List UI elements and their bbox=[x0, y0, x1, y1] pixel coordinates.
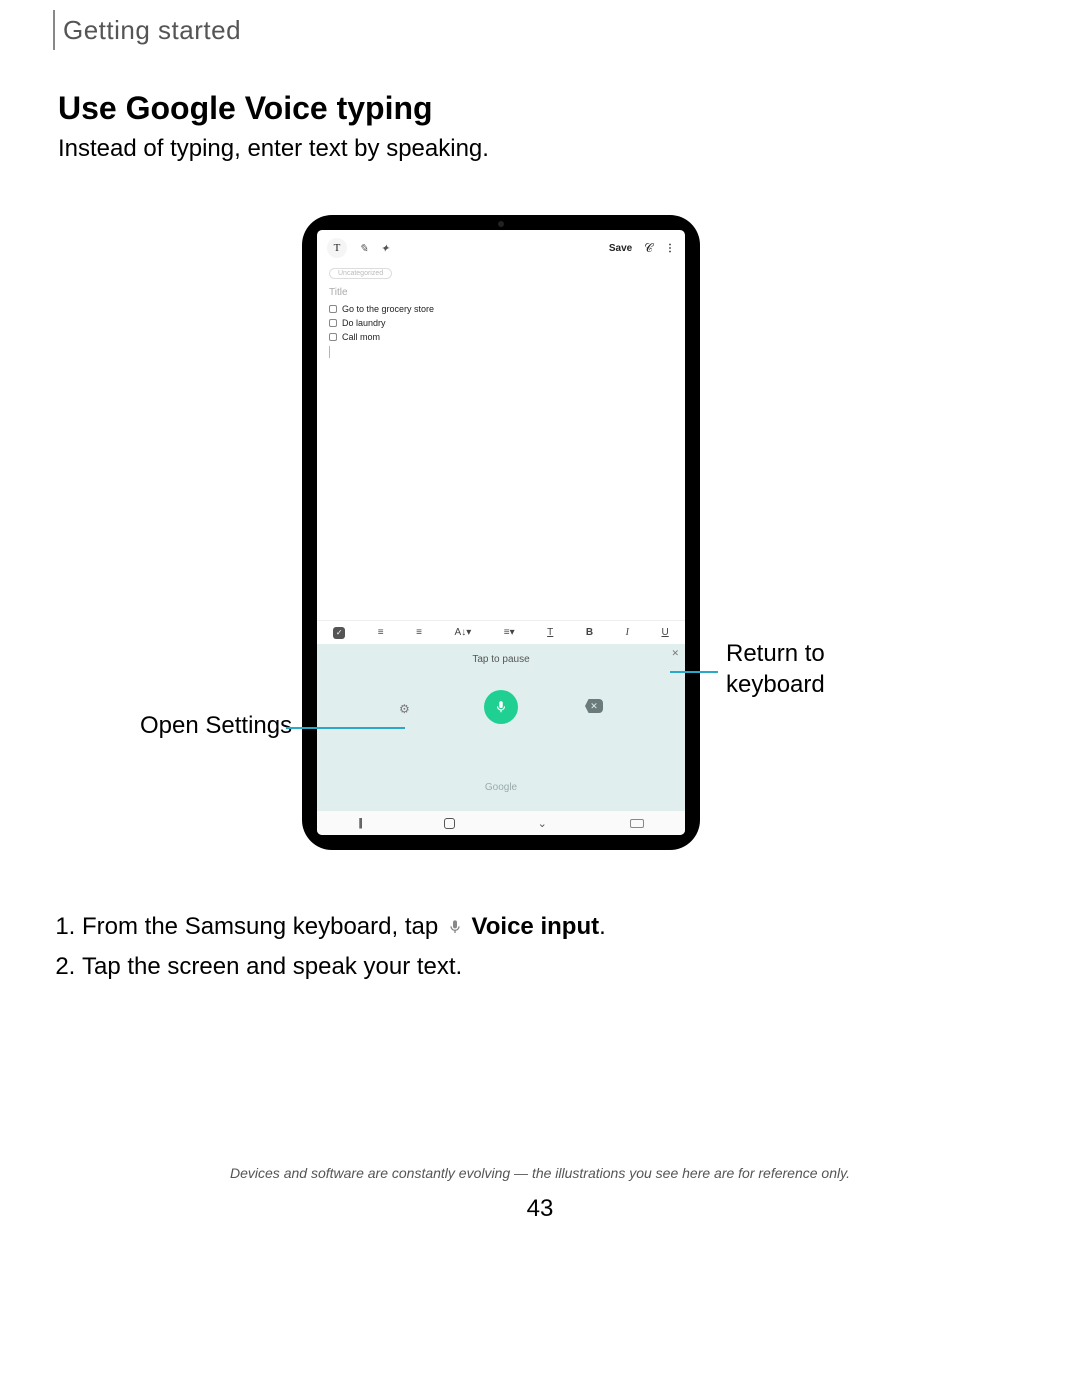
text-cursor bbox=[329, 346, 330, 358]
pen-mode-icon[interactable]: ✎ bbox=[359, 242, 368, 255]
voice-hint[interactable]: Tap to pause bbox=[317, 654, 685, 665]
step-item: Tap the screen and speak your text. bbox=[82, 948, 606, 986]
header-rule bbox=[53, 10, 55, 50]
align-icon[interactable]: ≡▾ bbox=[504, 627, 515, 638]
callout-open-settings: Open Settings bbox=[140, 710, 292, 741]
checklist-label: Go to the grocery store bbox=[342, 304, 434, 314]
section-header: Getting started bbox=[63, 15, 241, 46]
bullets-icon[interactable]: ≡ bbox=[378, 627, 384, 638]
checkbox-icon[interactable] bbox=[329, 319, 337, 327]
checklist-label: Call mom bbox=[342, 332, 380, 342]
checkbox-icon[interactable] bbox=[329, 333, 337, 341]
more-icon[interactable]: ⋮ bbox=[665, 243, 675, 254]
tablet-screen: T ✎ ✦ Save 𝒞 ⋮ Uncategorized Title Go to… bbox=[317, 230, 685, 835]
numbers-icon[interactable]: ≡ bbox=[416, 627, 422, 638]
text-color-icon[interactable]: T bbox=[547, 627, 553, 638]
intro-text: Instead of typing, enter text by speakin… bbox=[58, 135, 489, 163]
back-button[interactable]: ⌄ bbox=[538, 817, 547, 830]
category-tag[interactable]: Uncategorized bbox=[329, 268, 392, 279]
recents-button[interactable]: ||| bbox=[358, 817, 361, 829]
callout-return-keyboard: Return to keyboard bbox=[726, 638, 825, 700]
save-button[interactable]: Save bbox=[609, 243, 632, 254]
step-text: . bbox=[599, 913, 606, 940]
home-button[interactable] bbox=[444, 818, 455, 829]
italic-icon[interactable]: I bbox=[626, 627, 629, 638]
page-title: Use Google Voice typing bbox=[58, 90, 433, 127]
settings-icon[interactable]: ⚙ bbox=[399, 702, 410, 716]
mic-icon bbox=[445, 916, 465, 938]
backspace-icon[interactable]: ✕ bbox=[585, 699, 603, 713]
footnote: Devices and software are constantly evol… bbox=[0, 1165, 1080, 1181]
callout-line: Return to bbox=[726, 640, 825, 667]
checklist-toggle-icon[interactable]: ✓ bbox=[333, 627, 345, 639]
text-mode-icon[interactable]: T bbox=[327, 238, 347, 258]
checklist-item[interactable]: Do laundry bbox=[329, 316, 673, 330]
step-text: From the Samsung keyboard, tap bbox=[82, 913, 445, 940]
leader-line bbox=[286, 727, 405, 729]
keyboard-toggle-icon[interactable] bbox=[630, 819, 644, 828]
mic-icon bbox=[494, 700, 508, 714]
bold-icon[interactable]: B bbox=[586, 627, 593, 638]
note-title-field[interactable]: Title bbox=[329, 287, 673, 298]
page-number: 43 bbox=[0, 1195, 1080, 1223]
checklist-item[interactable]: Go to the grocery store bbox=[329, 302, 673, 316]
attach-icon[interactable]: 𝒞 bbox=[644, 241, 653, 256]
google-brand: Google bbox=[317, 782, 685, 793]
leader-line bbox=[670, 671, 718, 673]
mic-button[interactable] bbox=[484, 690, 518, 724]
checkbox-icon[interactable] bbox=[329, 305, 337, 313]
format-toolbar: ✓ ≡ ≡ A↓▾ ≡▾ T B I U bbox=[317, 620, 685, 644]
instruction-steps: From the Samsung keyboard, tap Voice inp… bbox=[82, 908, 606, 989]
underline-icon[interactable]: U bbox=[661, 627, 668, 638]
font-options-icon[interactable]: A↓▾ bbox=[455, 627, 472, 638]
checklist: Go to the grocery store Do laundry Call … bbox=[329, 302, 673, 344]
checklist-label: Do laundry bbox=[342, 318, 386, 328]
step-item: From the Samsung keyboard, tap Voice inp… bbox=[82, 908, 606, 946]
tablet-frame: T ✎ ✦ Save 𝒞 ⋮ Uncategorized Title Go to… bbox=[302, 215, 700, 850]
note-topbar: T ✎ ✦ Save 𝒞 ⋮ bbox=[317, 230, 685, 264]
tablet-camera bbox=[498, 221, 504, 227]
step-bold: Voice input bbox=[472, 913, 600, 940]
callout-line: keyboard bbox=[726, 671, 825, 698]
system-navbar: ||| ⌄ bbox=[317, 811, 685, 835]
brush-mode-icon[interactable]: ✦ bbox=[380, 242, 389, 255]
checklist-item[interactable]: Call mom bbox=[329, 330, 673, 344]
